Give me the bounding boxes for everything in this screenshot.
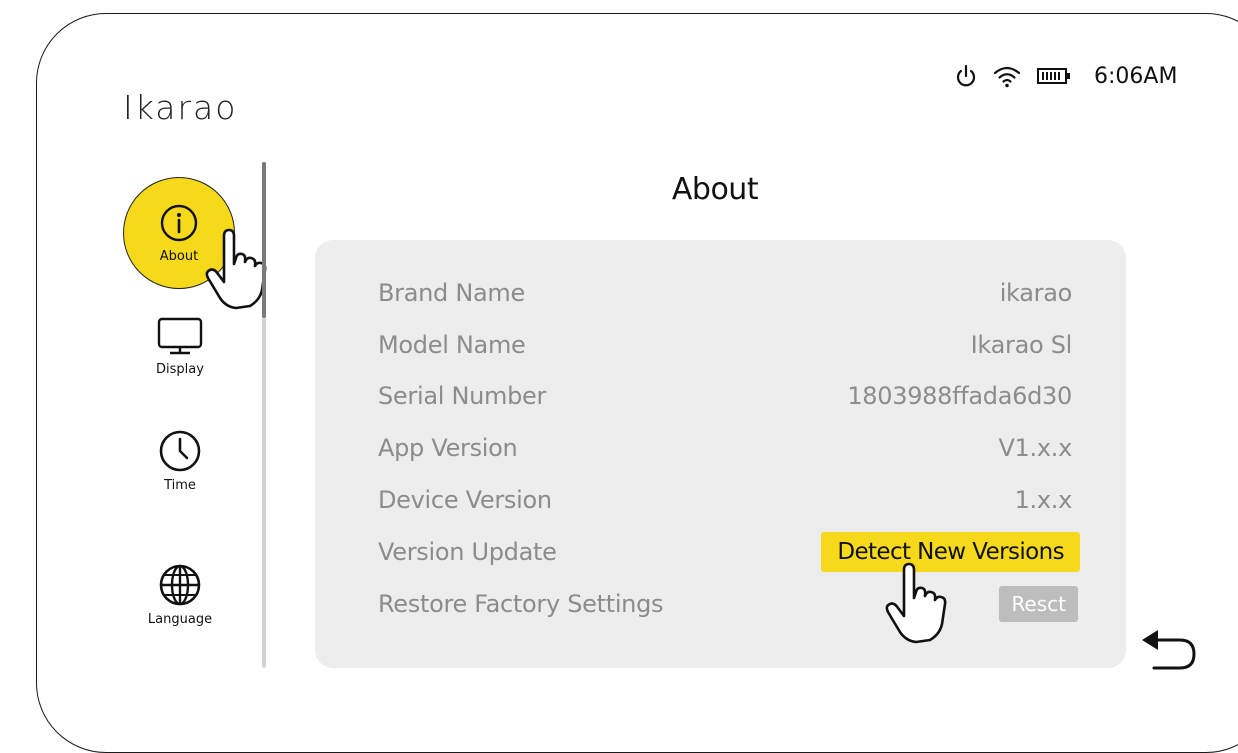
row-label: Model Name xyxy=(378,331,526,359)
row-label: Version Update xyxy=(378,538,557,566)
globe-icon xyxy=(159,564,201,606)
sidebar-scrollbar[interactable] xyxy=(262,162,266,668)
back-button[interactable] xyxy=(1138,624,1200,676)
monitor-icon xyxy=(157,317,203,355)
clock: 6:06AM xyxy=(1094,63,1178,89)
list-item: Version Update Detect New Versions xyxy=(378,532,1080,572)
row-label: Serial Number xyxy=(378,382,547,410)
sidebar-item-time[interactable]: Time xyxy=(110,428,250,493)
clock-icon xyxy=(159,430,201,472)
sidebar-item-label: Language xyxy=(147,612,213,627)
back-arrow-icon xyxy=(1142,630,1196,670)
list-item: Brand Name ikarao xyxy=(378,273,1072,313)
battery-icon xyxy=(1036,65,1072,87)
info-icon xyxy=(160,204,198,241)
about-panel: Brand Name ikarao Model Name Ikarao Sl S… xyxy=(315,240,1126,668)
sidebar-item-label: Time xyxy=(164,478,196,493)
row-value: V1.x.x xyxy=(998,434,1072,462)
list-item: App Version V1.x.x xyxy=(378,428,1072,468)
row-value: 1803988ffada6d30 xyxy=(847,382,1072,410)
page-title: About xyxy=(671,172,759,207)
list-item: Device Version 1.x.x xyxy=(378,480,1072,520)
sidebar-item-label: About xyxy=(159,248,199,264)
row-value: Ikarao Sl xyxy=(970,331,1073,359)
wifi-icon xyxy=(992,63,1022,89)
sidebar-item-display[interactable]: Display xyxy=(110,316,250,377)
list-item: Restore Factory Settings Resct xyxy=(378,584,1078,624)
list-item: Model Name Ikarao Sl xyxy=(378,325,1072,365)
hand-pointer-icon xyxy=(885,562,947,644)
row-value: ikarao xyxy=(999,279,1073,307)
row-label: Brand Name xyxy=(378,279,525,307)
row-label: App Version xyxy=(378,434,518,462)
row-value: 1.x.x xyxy=(1014,486,1073,514)
list-item: Serial Number 1803988ffada6d30 xyxy=(378,376,1072,416)
row-label: Device Version xyxy=(378,486,552,514)
status-bar: 6:06AM xyxy=(954,60,1177,92)
scrollbar-thumb[interactable] xyxy=(262,162,266,318)
reset-button[interactable]: Resct xyxy=(999,586,1078,622)
sidebar-item-language[interactable]: Language xyxy=(110,562,250,627)
power-icon xyxy=(954,63,978,89)
app-title: Ikarao xyxy=(123,88,238,127)
sidebar-item-label: Display xyxy=(156,362,204,377)
row-label: Restore Factory Settings xyxy=(378,590,664,618)
